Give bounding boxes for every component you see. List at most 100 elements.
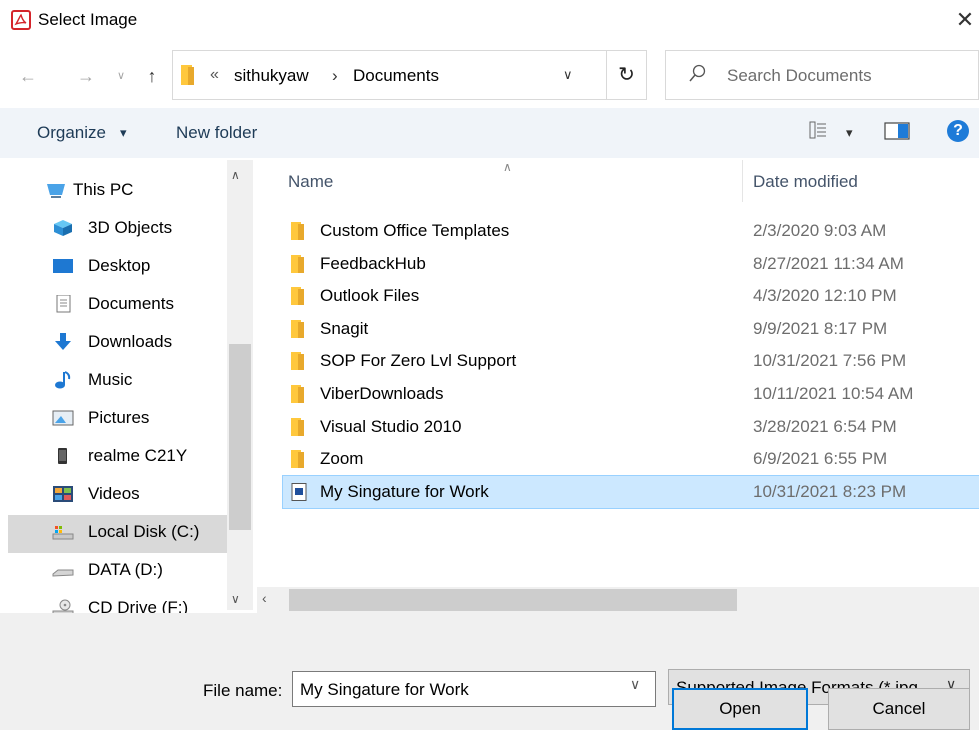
file-row[interactable]: Outlook Files 4/3/2020 12:10 PM [283, 280, 979, 312]
file-row[interactable]: Visual Studio 2010 3/28/2021 6:54 PM [283, 411, 979, 443]
forward-arrow-icon[interactable]: → [72, 62, 100, 90]
pdf-app-icon [11, 10, 31, 30]
file-date-modified: 10/11/2021 10:54 AM [753, 384, 914, 403]
phone-icon [52, 447, 74, 465]
sidebar-item-label: Music [88, 370, 133, 389]
local-disk-icon [52, 523, 74, 541]
organize-caret-icon[interactable]: ▾ [120, 125, 127, 141]
scroll-down-icon[interactable]: ∨ [231, 592, 240, 606]
column-separator[interactable] [742, 160, 743, 202]
address-dropdown-icon[interactable]: ∨ [563, 67, 573, 83]
sidebar-item[interactable]: Videos [52, 476, 232, 512]
search-input[interactable]: Search Documents [727, 66, 872, 86]
column-header-name[interactable]: Name [288, 172, 333, 192]
sidebar-item-label: DATA (D:) [88, 560, 163, 579]
sidebar-item[interactable]: This PC [45, 172, 225, 208]
folder-icon [181, 65, 194, 85]
folder-icon [291, 418, 307, 436]
breadcrumb-overflow[interactable]: « [210, 66, 219, 84]
view-options-icon[interactable] [809, 121, 827, 139]
sidebar-item[interactable]: Pictures [52, 400, 232, 436]
file-row[interactable]: FeedbackHub 8/27/2021 11:34 AM [283, 248, 979, 280]
file-name-dropdown-icon[interactable]: ∨ [630, 676, 640, 693]
sidebar-item-label: Local Disk (C:) [88, 522, 200, 541]
file-date-modified: 4/3/2020 12:10 PM [753, 286, 897, 305]
sidebar-item-label: Pictures [88, 408, 150, 427]
organize-button[interactable]: Organize [37, 123, 106, 143]
recent-locations-chevron-icon[interactable]: ∨ [111, 62, 131, 90]
scroll-left-icon[interactable]: ‹ [262, 590, 267, 606]
sidebar-item-label: Desktop [88, 256, 151, 275]
folder-icon [291, 385, 307, 403]
file-name: Zoom [320, 449, 364, 468]
sidebar-item-label: Videos [88, 484, 140, 503]
file-name: Custom Office Templates [320, 221, 510, 240]
cancel-button[interactable]: Cancel [828, 688, 970, 730]
downloads-icon [52, 333, 74, 351]
file-name: My Singature for Work [320, 482, 489, 501]
file-date-modified: 10/31/2021 8:23 PM [753, 482, 907, 501]
help-icon[interactable]: ? [947, 120, 969, 142]
pictures-icon [52, 409, 74, 427]
file-row[interactable]: Snagit 9/9/2021 8:17 PM [283, 313, 979, 345]
file-row[interactable]: SOP For Zero Lvl Support 10/31/2021 7:56 … [283, 345, 979, 377]
file-name: Visual Studio 2010 [320, 417, 462, 436]
search-icon [689, 64, 706, 82]
file-date-modified: 9/9/2021 8:17 PM [753, 319, 888, 338]
sidebar-item[interactable]: Downloads [52, 324, 232, 360]
file-name: ViberDownloads [320, 384, 444, 403]
file-row[interactable]: My Singature for Work 10/31/2021 8:23 PM [282, 475, 979, 509]
breadcrumb-sithukyaw[interactable]: sithukyaw [234, 66, 309, 86]
file-name: SOP For Zero Lvl Support [320, 351, 517, 370]
desktop-icon [52, 257, 74, 275]
column-header-date-modified[interactable]: Date modified [753, 172, 858, 192]
sidebar-item[interactable]: DATA (D:) [52, 552, 232, 588]
file-name: Snagit [320, 319, 369, 338]
file-date-modified: 8/27/2021 11:34 AM [753, 254, 904, 273]
window-title: Select Image [38, 10, 138, 29]
folder-icon [291, 450, 307, 468]
up-arrow-icon[interactable]: ↑ [138, 62, 166, 90]
file-date-modified: 2/3/2020 9:03 AM [753, 221, 887, 240]
folder-icon [291, 352, 307, 370]
command-bar [0, 108, 979, 158]
documents-icon [52, 294, 74, 313]
sidebar-item[interactable]: realme C21Y [52, 438, 232, 474]
file-name-label: File name: [203, 681, 283, 700]
file-row[interactable]: ViberDownloads 10/11/2021 10:54 AM [283, 378, 979, 410]
file-date-modified: 3/28/2021 6:54 PM [753, 417, 897, 436]
scroll-up-icon[interactable]: ∧ [231, 168, 240, 182]
open-button[interactable]: Open [672, 688, 808, 730]
file-date-modified: 6/9/2021 6:55 PM [753, 449, 888, 468]
sidebar-item-label: realme C21Y [88, 446, 188, 465]
drive-icon [52, 561, 74, 579]
sidebar-item-label: Downloads [88, 332, 173, 351]
sidebar-item[interactable]: Documents [52, 286, 232, 322]
sidebar-item[interactable]: Local Disk (C:) [52, 514, 232, 550]
preview-pane-icon[interactable] [884, 122, 910, 140]
file-name-value[interactable]: My Singature for Work [300, 680, 469, 700]
sidebar-item[interactable]: Music [52, 362, 232, 398]
file-row[interactable]: Zoom 6/9/2021 6:55 PM [283, 443, 979, 475]
file-name: FeedbackHub [320, 254, 426, 273]
sidebar-item[interactable]: 3D Objects [52, 210, 232, 246]
sidebar-scrollbar-thumb[interactable] [229, 344, 251, 530]
back-arrow-icon[interactable]: ← [14, 62, 42, 90]
close-icon[interactable]: ✕ [952, 6, 978, 34]
new-folder-button[interactable]: New folder [176, 123, 257, 143]
music-icon [52, 371, 74, 389]
sidebar-item-label: This PC [73, 180, 134, 199]
file-name: Outlook Files [320, 286, 420, 305]
horizontal-scrollbar-thumb[interactable] [289, 589, 737, 611]
refresh-icon[interactable]: ↻ [607, 50, 647, 100]
folder-icon [291, 222, 307, 240]
file-date-modified: 10/31/2021 7:56 PM [753, 351, 907, 370]
view-caret-icon[interactable]: ▾ [846, 125, 853, 141]
3d-objects-icon [52, 219, 74, 237]
breadcrumb-separator[interactable]: › [332, 66, 338, 86]
folder-icon [291, 287, 307, 305]
sidebar-item[interactable]: Desktop [52, 248, 232, 284]
breadcrumb-documents[interactable]: Documents [353, 66, 439, 86]
file-row[interactable]: Custom Office Templates 2/3/2020 9:03 AM [283, 215, 979, 247]
folder-icon [291, 255, 307, 273]
